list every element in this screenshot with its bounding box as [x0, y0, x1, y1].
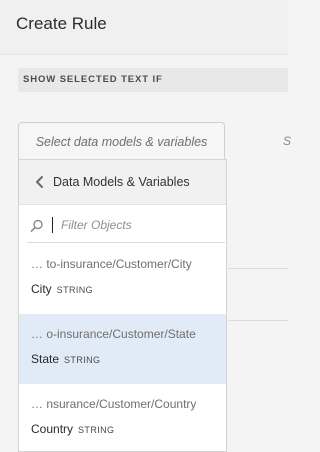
item-path: … o-insurance/Customer/State: [31, 327, 196, 341]
panel-placeholder-fragment: S: [283, 134, 292, 148]
section-label: SHOW SELECTED TEXT IF: [23, 74, 163, 85]
item-name: City STRING: [31, 282, 94, 296]
item-type: STRING: [78, 425, 115, 435]
list-item-state[interactable]: … o-insurance/Customer/State State STRING: [19, 314, 226, 384]
item-path: … nsurance/Customer/Country: [31, 397, 197, 411]
page-header: Create Rule: [0, 0, 288, 55]
item-type: STRING: [56, 285, 94, 295]
item-type: STRING: [64, 355, 101, 365]
chevron-left-icon[interactable]: [33, 174, 47, 190]
item-name: State STRING: [31, 352, 101, 366]
data-models-popover: Data Models & Variables … to-insurance/C…: [18, 159, 227, 452]
popover-header: Data Models & Variables: [19, 160, 226, 205]
list-item-city[interactable]: … to-insurance/Customer/City City STRING: [19, 244, 226, 314]
condition-panel-fragment: S: [228, 108, 292, 452]
item-name: Country STRING: [31, 422, 115, 436]
filter-objects-input[interactable]: [53, 214, 221, 236]
filter-row: [27, 210, 225, 243]
popover-title: Data Models & Variables: [53, 175, 190, 189]
page-title: Create Rule: [16, 14, 107, 33]
select-button-label: Select data models & variables: [35, 135, 208, 149]
divider: [228, 320, 288, 321]
section-header: SHOW SELECTED TEXT IF: [18, 68, 288, 92]
item-path: … to-insurance/Customer/City: [31, 257, 192, 271]
search-icon: [30, 219, 44, 233]
divider: [228, 268, 288, 269]
select-data-models-button[interactable]: Select data models & variables: [18, 122, 225, 160]
list-item-country[interactable]: … nsurance/Customer/Country Country STRIN…: [19, 384, 226, 451]
